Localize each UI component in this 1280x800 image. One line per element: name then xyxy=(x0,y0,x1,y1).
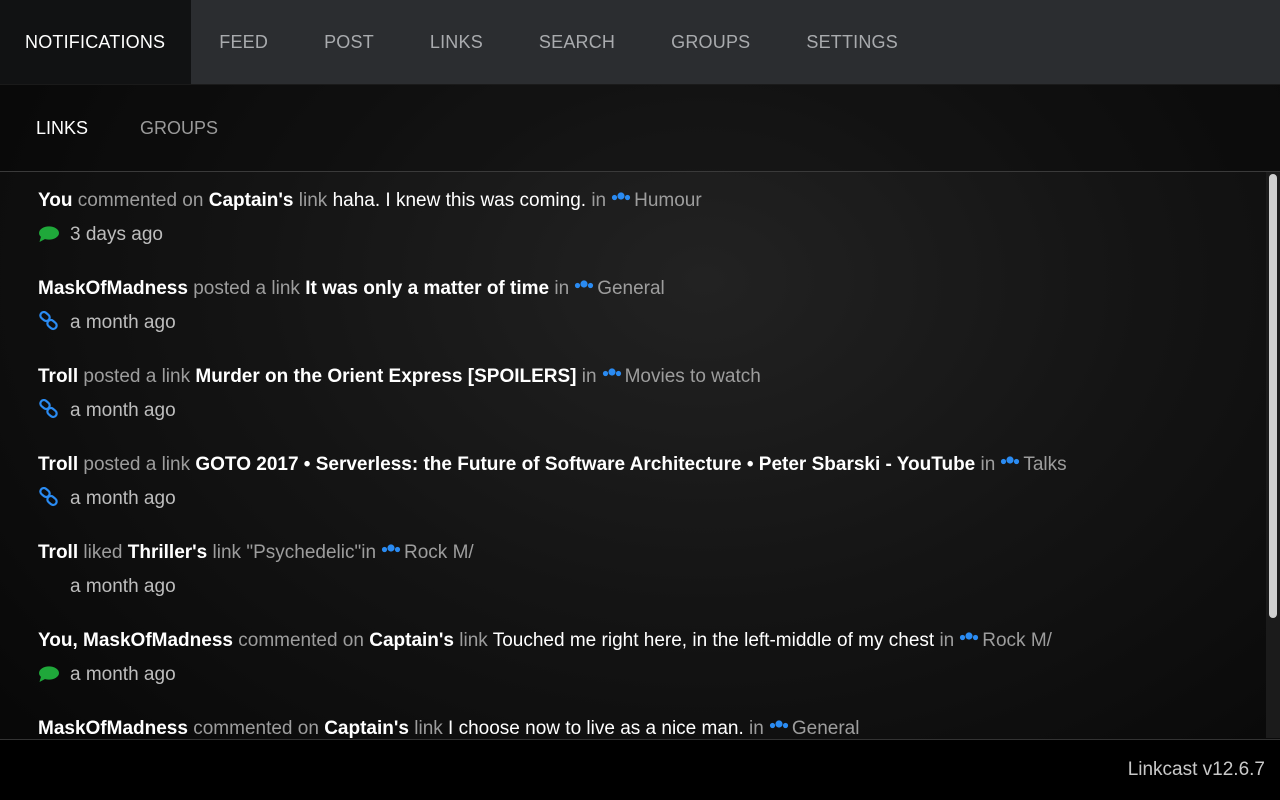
notification-meta: a month ago xyxy=(38,398,1238,426)
notification-verb: posted a link xyxy=(83,454,191,475)
notification-meta: a month ago xyxy=(38,310,1238,338)
notification-item[interactable]: MaskOfMadness commented on Captain's lin… xyxy=(38,717,1238,738)
notification-actor[interactable]: MaskOfMadness xyxy=(38,718,188,738)
top-nav: NOTIFICATIONS FEED POST LINKS SEARCH GRO… xyxy=(0,0,1280,85)
comment-icon xyxy=(38,665,60,690)
notification-actor[interactable]: You, MaskOfMadness xyxy=(38,630,233,651)
notification-title[interactable]: "Psychedelic" xyxy=(246,542,361,563)
notification-actor[interactable]: Troll xyxy=(38,454,78,475)
sub-nav: LINKS GROUPS xyxy=(0,85,1280,172)
notification-owner[interactable]: Captain's xyxy=(324,718,409,738)
notification-owner[interactable]: Captain's xyxy=(209,190,294,211)
notification-meta: 3 days ago xyxy=(38,223,1238,250)
notification-item[interactable]: Troll posted a link GOTO 2017 • Serverle… xyxy=(38,453,1238,514)
notification-actor[interactable]: MaskOfMadness xyxy=(38,278,188,299)
notification-verb: commented on xyxy=(77,190,204,211)
notification-title[interactable]: Murder on the Orient Express [SPOILERS] xyxy=(195,366,576,387)
notification-verb: liked xyxy=(83,542,123,563)
notification-actor[interactable]: Troll xyxy=(38,366,78,387)
notification-group[interactable]: Talks xyxy=(1023,454,1066,475)
tab-settings[interactable]: SETTINGS xyxy=(778,0,926,84)
footer: Linkcast v12.6.7 xyxy=(0,739,1280,800)
notification-in: in xyxy=(591,190,607,211)
link-icon xyxy=(38,486,60,514)
notification-owner[interactable]: Thriller's xyxy=(128,542,208,563)
tab-groups[interactable]: GROUPS xyxy=(643,0,778,84)
notification-group[interactable]: General xyxy=(597,278,665,299)
notification-list: You commented on Captain's link haha. I … xyxy=(0,172,1266,738)
tab-search[interactable]: SEARCH xyxy=(511,0,643,84)
notification-verb: commented on xyxy=(193,718,319,738)
notification-time: a month ago xyxy=(70,400,176,421)
notification-title[interactable]: GOTO 2017 • Serverless: the Future of So… xyxy=(195,454,975,475)
notification-title[interactable]: It was only a matter of time xyxy=(305,278,549,299)
notification-in: in xyxy=(980,454,996,475)
notification-text: MaskOfMadness commented on Captain's lin… xyxy=(38,717,1238,738)
notification-item[interactable]: Troll posted a link Murder on the Orient… xyxy=(38,365,1238,426)
users-icon xyxy=(999,455,1021,480)
notification-verb: commented on xyxy=(238,630,364,651)
notification-actor[interactable]: You xyxy=(38,190,72,211)
notification-in: in xyxy=(939,630,955,651)
tab-post[interactable]: POST xyxy=(296,0,402,84)
users-icon xyxy=(768,719,790,738)
notification-in: in xyxy=(361,542,377,563)
link-icon xyxy=(38,398,60,426)
notification-title[interactable]: Touched me right here, in the left-middl… xyxy=(493,630,934,651)
notification-in: in xyxy=(749,718,764,738)
tab-feed[interactable]: FEED xyxy=(191,0,296,84)
notification-group[interactable]: Movies to watch xyxy=(625,366,761,387)
notification-object: link xyxy=(414,718,443,738)
users-icon xyxy=(601,367,623,392)
notification-object: link xyxy=(298,190,328,211)
notification-group[interactable]: Rock M/ xyxy=(404,542,474,563)
users-icon xyxy=(610,191,632,216)
app-version: Linkcast v12.6.7 xyxy=(1127,759,1265,780)
notification-item[interactable]: You commented on Captain's link haha. I … xyxy=(38,189,1238,250)
notification-title[interactable]: I choose now to live as a nice man. xyxy=(448,718,744,738)
notification-time: a month ago xyxy=(70,488,176,509)
link-icon xyxy=(38,310,60,338)
notification-group[interactable]: General xyxy=(792,718,860,738)
users-icon xyxy=(380,543,402,568)
notification-item[interactable]: MaskOfMadness posted a link It was only … xyxy=(38,277,1238,338)
notification-time: 3 days ago xyxy=(70,224,163,245)
users-icon xyxy=(958,631,980,656)
scrollbar[interactable] xyxy=(1266,172,1280,738)
app-window: NOTIFICATIONS FEED POST LINKS SEARCH GRO… xyxy=(0,0,1280,800)
notification-time: a month ago xyxy=(70,664,176,685)
tab-notifications[interactable]: NOTIFICATIONS xyxy=(0,0,192,84)
notification-item[interactable]: Troll liked Thriller's link "Psychedelic… xyxy=(38,541,1238,602)
notification-text: Troll liked Thriller's link "Psychedelic… xyxy=(38,541,1238,568)
notification-text: MaskOfMadness posted a link It was only … xyxy=(38,277,1238,304)
subtab-links[interactable]: LINKS xyxy=(36,118,88,139)
notification-title[interactable]: haha. I knew this was coming. xyxy=(333,190,586,211)
notification-meta: a month ago xyxy=(38,486,1238,514)
notification-object: link xyxy=(459,630,488,651)
notification-time: a month ago xyxy=(70,576,176,597)
notification-verb: posted a link xyxy=(83,366,191,387)
subtab-groups[interactable]: GROUPS xyxy=(140,118,218,139)
scrollbar-thumb[interactable] xyxy=(1269,174,1277,618)
users-icon xyxy=(573,279,595,304)
notification-text: You, MaskOfMadness commented on Captain'… xyxy=(38,629,1238,656)
notification-text: Troll posted a link GOTO 2017 • Serverle… xyxy=(38,453,1238,480)
notification-time: a month ago xyxy=(70,312,176,333)
notification-text: You commented on Captain's link haha. I … xyxy=(38,189,1238,216)
notification-item[interactable]: You, MaskOfMadness commented on Captain'… xyxy=(38,629,1238,690)
notification-verb: posted a link xyxy=(193,278,300,299)
notification-group[interactable]: Humour xyxy=(634,190,702,211)
comment-icon xyxy=(38,225,60,250)
notification-text: Troll posted a link Murder on the Orient… xyxy=(38,365,1238,392)
heart-icon xyxy=(38,577,60,602)
notification-object: link xyxy=(212,542,242,563)
notification-meta: a month ago xyxy=(38,575,1238,602)
notification-meta: a month ago xyxy=(38,663,1238,690)
notification-owner[interactable]: Captain's xyxy=(369,630,454,651)
notification-in: in xyxy=(554,278,570,299)
tab-links[interactable]: LINKS xyxy=(402,0,511,84)
notification-group[interactable]: Rock M/ xyxy=(982,630,1052,651)
notification-actor[interactable]: Troll xyxy=(38,542,78,563)
notification-in: in xyxy=(581,366,597,387)
